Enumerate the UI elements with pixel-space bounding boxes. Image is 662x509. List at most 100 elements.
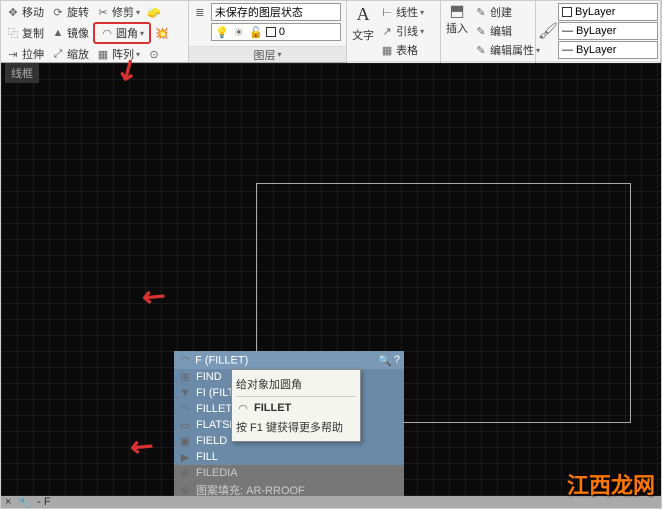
color-label: ByLayer bbox=[575, 6, 615, 18]
lt-icon: — bbox=[562, 44, 573, 56]
sun-icon: ☀ bbox=[232, 25, 246, 39]
copy-label: 复制 bbox=[22, 25, 44, 41]
find-icon: ⊞ bbox=[178, 370, 192, 384]
autocomplete-header: ◠ F (FILLET) 🔍? bbox=[174, 351, 404, 369]
stretch-icon: ⇥ bbox=[6, 47, 20, 61]
move-label: 移动 bbox=[22, 4, 44, 20]
scale-icon: ⤢ bbox=[51, 47, 65, 61]
explode-button[interactable]: 💥 bbox=[152, 22, 172, 44]
create-icon: ✎ bbox=[474, 5, 488, 19]
linetype-dropdown[interactable]: —ByLayer bbox=[558, 41, 658, 59]
fillet-highlight: ◠圆角▾ bbox=[93, 22, 151, 44]
layer-dropdown[interactable]: 💡 ☀ 🔓 0 bbox=[211, 23, 341, 41]
table-icon: ▦ bbox=[380, 43, 394, 57]
tooltip-fillet-icon: ◠ bbox=[236, 401, 250, 415]
wrench-icon[interactable]: 🔧 bbox=[17, 496, 31, 509]
leader-icon: ↗ bbox=[380, 24, 394, 38]
cmd-text: - F bbox=[37, 496, 50, 508]
panel-layer: ≣ 未保存的图层状态 💡 ☀ 🔓 0 图层▾ bbox=[189, 1, 347, 62]
text-A-icon: A bbox=[357, 4, 370, 25]
lw-icon: — bbox=[562, 25, 573, 37]
search-icon[interactable]: 🔍 bbox=[378, 354, 392, 367]
erase-button[interactable]: 🧽 bbox=[144, 3, 164, 21]
fill-icon: ▶ bbox=[178, 450, 192, 464]
panel-props: 🖌 ByLayer —ByLayer —ByLayer 特性▾ bbox=[536, 1, 661, 62]
copy-icon: ⿻ bbox=[6, 26, 20, 40]
leader-button[interactable]: ↗引线▾ bbox=[377, 22, 427, 40]
erase-icon: 🧽 bbox=[147, 5, 161, 19]
panel-block: ⬒插入 ✎创建 ✎编辑 ✎编辑属性▾ 块▾ bbox=[441, 1, 536, 62]
text-label: 文字 bbox=[352, 27, 374, 43]
edit-block-button[interactable]: ✎编辑 bbox=[471, 22, 543, 40]
match-button[interactable]: 🖌 bbox=[538, 3, 558, 59]
insert-button[interactable]: ⬒ 插入 bbox=[443, 3, 471, 59]
panel-annotate: A文字 ⊢线性▾ ↗引线▾ ▦表格 注释▾ bbox=[347, 1, 441, 62]
mirror-label: 镜像 bbox=[67, 25, 89, 41]
panel-layer-title[interactable]: 图层▾ bbox=[189, 46, 346, 62]
table-button[interactable]: ▦表格 bbox=[377, 41, 427, 59]
filter-icon: ▼ bbox=[178, 386, 192, 400]
attr-icon: ✎ bbox=[474, 43, 488, 57]
linear-label: 线性 bbox=[396, 4, 418, 20]
fillet-label: 圆角 bbox=[116, 25, 138, 41]
array-icon: ▦ bbox=[96, 47, 110, 61]
sysvar-icon: ⊗ bbox=[178, 466, 192, 480]
mirror-button[interactable]: ▲镜像 bbox=[48, 22, 92, 44]
bulb-icon: 💡 bbox=[215, 25, 229, 39]
lineweight-dropdown[interactable]: —ByLayer bbox=[558, 22, 658, 40]
mirror-icon: ▲ bbox=[51, 26, 65, 40]
stretch-label: 拉伸 bbox=[22, 46, 44, 62]
stretch-button[interactable]: ⇥拉伸 bbox=[3, 45, 47, 63]
insert-icon: ⬒ bbox=[450, 4, 464, 18]
flatshot-icon: ▭ bbox=[178, 418, 192, 432]
leader-label: 引线 bbox=[396, 23, 418, 39]
visual-style-tab[interactable]: 线框 bbox=[5, 63, 39, 83]
move-button[interactable]: ✥移动 bbox=[3, 3, 47, 21]
lt-label: ByLayer bbox=[576, 44, 616, 56]
watermark: 江西龙网 bbox=[567, 468, 655, 500]
copy-button[interactable]: ⿻复制 bbox=[3, 22, 47, 44]
ribbon: ✥移动 ⟳旋转 ✂修剪▾ 🧽 ⿻复制 ▲镜像 ◠圆角▾ 💥 ⇥拉伸 ⤢缩放 ▦阵… bbox=[1, 1, 661, 63]
tooltip-help: 按 F1 键获得更多帮助 bbox=[236, 417, 356, 437]
ac-item-fill[interactable]: ▶FILL bbox=[174, 449, 404, 465]
create-button[interactable]: ✎创建 bbox=[471, 3, 543, 21]
rotate-icon: ⟳ bbox=[51, 5, 65, 19]
panel-modify: ✥移动 ⟳旋转 ✂修剪▾ 🧽 ⿻复制 ▲镜像 ◠圆角▾ 💥 ⇥拉伸 ⤢缩放 ▦阵… bbox=[1, 1, 189, 62]
layer-state-dropdown[interactable]: 未保存的图层状态 bbox=[211, 3, 341, 21]
edit-attr-button[interactable]: ✎编辑属性▾ bbox=[471, 41, 543, 59]
trim-button[interactable]: ✂修剪▾ bbox=[93, 3, 143, 21]
table-label: 表格 bbox=[396, 42, 418, 58]
command-line[interactable]: × 🔧 - F bbox=[1, 496, 661, 508]
layer-color-swatch bbox=[266, 27, 276, 37]
edit-icon: ✎ bbox=[474, 24, 488, 38]
tooltip-desc: 给对象加圆角 bbox=[236, 374, 356, 394]
layer-props-button[interactable]: ≣ bbox=[191, 3, 209, 44]
offset-icon: ⊙ bbox=[147, 47, 161, 61]
explode-icon: 💥 bbox=[155, 26, 169, 40]
layer-state-text: 未保存的图层状态 bbox=[215, 4, 303, 20]
trim-icon: ✂ bbox=[96, 5, 110, 19]
edit-label: 编辑 bbox=[490, 23, 512, 39]
text-button[interactable]: A 文字 bbox=[349, 3, 377, 59]
insert-label: 插入 bbox=[446, 20, 468, 36]
close-icon[interactable]: × bbox=[5, 496, 11, 508]
offset-button[interactable]: ⊙ bbox=[144, 45, 164, 63]
ac-item-filedia[interactable]: ⊗FILEDIA bbox=[174, 465, 404, 481]
scale-button[interactable]: ⤢缩放 bbox=[48, 45, 92, 63]
color-swatch bbox=[562, 7, 572, 17]
fillet-icon: ◠ bbox=[100, 26, 114, 40]
layer-stack-icon: ≣ bbox=[193, 5, 207, 19]
linear-button[interactable]: ⊢线性▾ bbox=[377, 3, 427, 21]
help-icon[interactable]: ? bbox=[394, 354, 400, 367]
color-dropdown[interactable]: ByLayer bbox=[558, 3, 658, 21]
trim-label: 修剪 bbox=[112, 4, 134, 20]
scale-label: 缩放 bbox=[67, 46, 89, 62]
rotate-label: 旋转 bbox=[67, 4, 89, 20]
lw-label: ByLayer bbox=[576, 25, 616, 37]
layer-name: 0 bbox=[279, 26, 285, 38]
field-icon: ▣ bbox=[178, 434, 192, 448]
fillet-button[interactable]: ◠圆角▾ bbox=[97, 24, 147, 42]
header-text: F (FILLET) bbox=[195, 355, 248, 367]
lock-icon: 🔓 bbox=[249, 25, 263, 39]
rotate-button[interactable]: ⟳旋转 bbox=[48, 3, 92, 21]
